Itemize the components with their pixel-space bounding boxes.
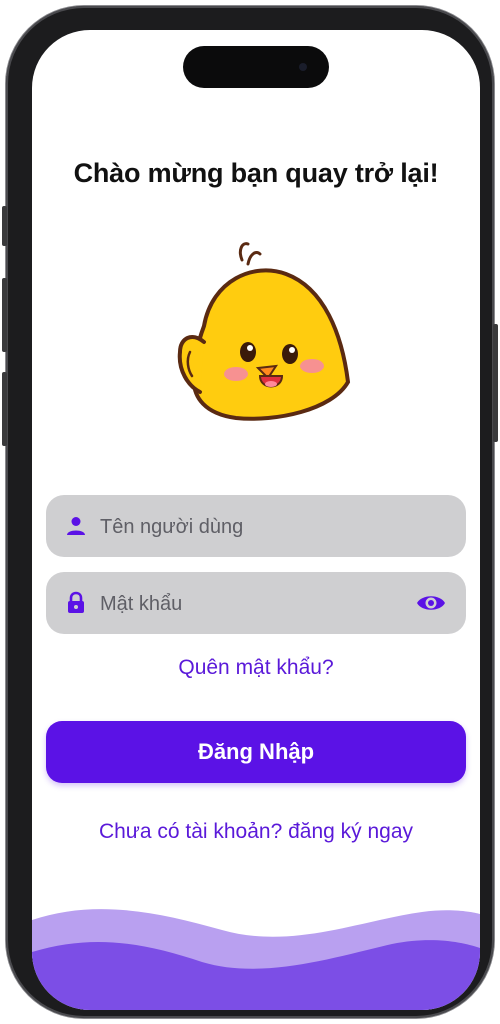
decorative-waves <box>32 909 480 1010</box>
dynamic-island <box>183 46 329 88</box>
mute-switch <box>2 206 7 246</box>
app-screen: Chào mừng bạn quay trở lại! Tên người dù… <box>32 30 480 1010</box>
lock-icon <box>68 591 84 613</box>
eye-icon[interactable] <box>416 591 446 615</box>
login-button[interactable]: Đăng Nhập <box>46 721 466 783</box>
username-input[interactable] <box>98 495 402 559</box>
username-field[interactable] <box>46 495 466 559</box>
person-icon <box>67 517 85 535</box>
password-input[interactable] <box>98 572 402 636</box>
volume-down-button <box>2 372 7 446</box>
forgot-password-link[interactable]: Quên mật khẩu? <box>32 656 480 680</box>
power-button <box>493 324 498 442</box>
welcome-title: Chào mừng bạn quay trở lại! <box>73 158 439 188</box>
phone-frame: Chào mừng bạn quay trở lại! Tên người dù… <box>2 6 498 1018</box>
password-field[interactable] <box>46 572 466 636</box>
volume-up-button <box>2 278 7 352</box>
chick-mascot-image <box>177 242 351 421</box>
signup-link[interactable]: Chưa có tài khoản? đăng ký ngay <box>32 820 480 844</box>
